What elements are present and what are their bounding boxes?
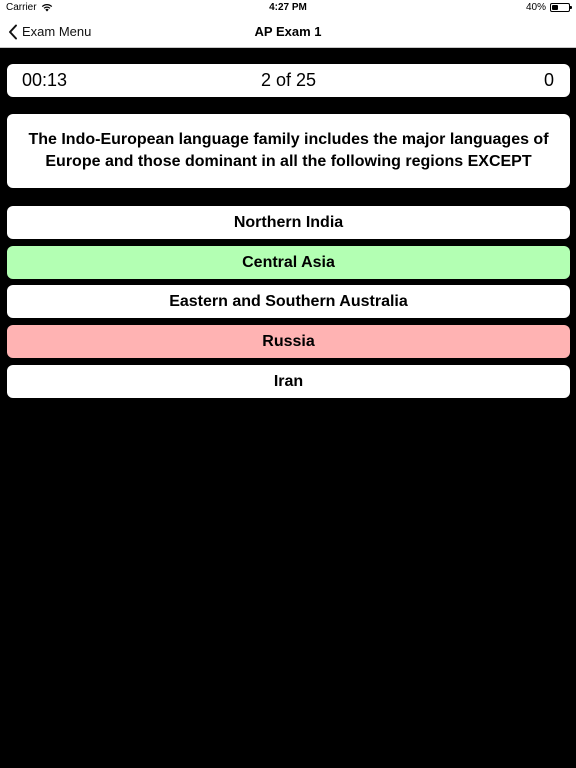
answer-option-5[interactable]: Iran — [7, 365, 570, 398]
score: 0 — [543, 70, 554, 90]
answer-option-3[interactable]: Eastern and Southern Australia — [7, 285, 570, 318]
exam-info-bar: 00:13 2 of 25 0 — [7, 64, 570, 97]
status-time: 4:27 PM — [269, 2, 307, 13]
answer-option-2[interactable]: Central Asia — [7, 246, 570, 279]
status-battery-group: 40% — [525, 2, 572, 13]
answer-option-4[interactable]: Russia — [7, 325, 570, 358]
battery-icon — [550, 3, 572, 12]
battery-percent: 40% — [525, 2, 546, 13]
navigation-bar: Exam Menu AP Exam 1 — [0, 16, 576, 48]
battery-fill — [552, 5, 559, 10]
battery-cap — [570, 6, 572, 9]
answer-option-1[interactable]: Northern India — [7, 206, 570, 239]
status-bar: Carrier 4:27 PM 40% — [0, 0, 576, 16]
question-progress: 2 of 25 — [260, 70, 317, 90]
question-text: The Indo-European language family includ… — [7, 114, 570, 188]
page-title: AP Exam 1 — [254, 24, 322, 39]
